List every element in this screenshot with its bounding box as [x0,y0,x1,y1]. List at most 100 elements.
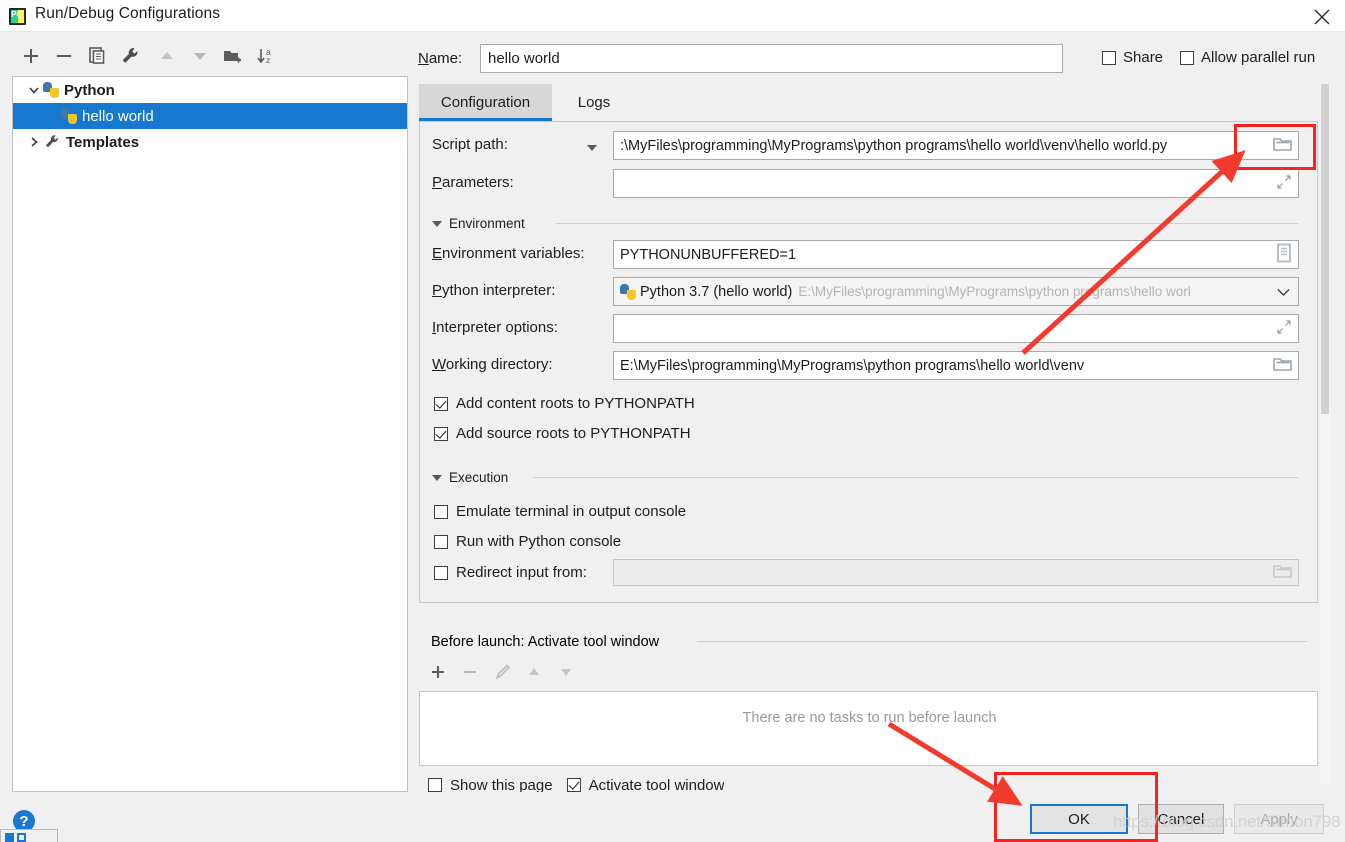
before-launch-empty-text: There are no tasks to run before launch [742,710,997,726]
environment-variables-value: PYTHONUNBUFFERED=1 [620,246,797,263]
working-directory-value: E:\MyFiles\programming\MyPrograms\python… [620,357,1085,374]
environment-variables-field[interactable]: PYTHONUNBUFFERED=1 [613,240,1299,269]
share-checkbox[interactable]: Share [1102,49,1163,66]
interpreter-options-field[interactable] [613,314,1299,343]
tab-configuration[interactable]: Configuration [419,84,552,121]
edit-task-pencil-icon[interactable] [489,658,517,686]
environment-variables-editor-icon[interactable] [1276,243,1292,266]
remove-task-button[interactable] [456,658,484,686]
move-up-button[interactable] [154,43,180,69]
name-input[interactable] [480,44,1063,73]
tab-label: Configuration [440,94,531,111]
redirect-input-checkbox[interactable]: Redirect input from: [434,564,587,581]
script-path-field[interactable]: :\MyFiles\programming\MyPrograms\python … [613,131,1299,160]
before-launch-toolbar [424,658,724,686]
script-path-mode-chevron-down-icon[interactable] [585,140,599,158]
before-launch-rule [697,641,1307,642]
before-launch-section-header[interactable]: Before launch: Activate tool window [424,634,659,650]
configurations-tree[interactable]: Python hello world Templates [12,76,408,792]
apply-button[interactable]: Apply [1234,804,1324,834]
activate-tool-window-label: Activate tool window [588,778,725,792]
tree-item-label: Templates [66,133,140,151]
allow-parallel-run-checkbox-box[interactable] [1180,50,1194,65]
execution-section-header[interactable]: Execution [432,470,508,485]
python-icon [620,283,636,300]
parameters-label: Parameters: [432,174,514,191]
caret-down-icon[interactable] [432,220,442,227]
tree-item-label: Python [64,81,115,99]
python-icon [43,82,59,98]
ok-button[interactable]: OK [1030,804,1128,834]
caret-down-icon[interactable] [432,474,442,481]
add-configuration-button[interactable] [18,43,44,69]
help-icon: ? [19,812,29,830]
add-source-roots-label: Add source roots to PYTHONPATH [456,425,691,442]
before-launch-tasks-list[interactable]: There are no tasks to run before launch [419,691,1318,766]
remove-configuration-button[interactable] [51,43,77,69]
environment-section-header[interactable]: Environment [432,216,525,231]
environment-variables-label: Environment variables: [432,245,585,262]
allow-parallel-run-checkbox[interactable]: Allow parallel run [1180,49,1315,66]
add-task-button[interactable] [424,658,452,686]
ok-button-label: OK [1068,810,1090,828]
svg-text:z: z [266,55,270,65]
python-interpreter-path: E:\MyFiles\programming\MyPrograms\python… [798,284,1191,299]
tree-item-hello-world[interactable]: hello world [13,103,407,129]
activate-tool-window-checkbox-box[interactable] [566,778,581,792]
python-interpreter-combobox[interactable]: Python 3.7 (hello world) E:\MyFiles\prog… [613,277,1299,306]
show-this-page-checkbox-box[interactable] [428,778,442,792]
tree-item-templates[interactable]: Templates [13,129,407,155]
chevron-down-icon[interactable] [25,77,43,103]
copy-configuration-button[interactable] [84,43,110,69]
python-interpreter-label: Python interpreter: [432,282,556,299]
tree-item-python[interactable]: Python [13,77,407,103]
name-label: Name: [418,50,463,67]
task-move-down-button[interactable] [552,658,580,686]
chevron-right-icon[interactable] [25,129,43,155]
tab-label: Logs [577,94,611,111]
environment-section-rule [556,223,1298,224]
working-directory-browse-folder-icon[interactable] [1273,356,1292,376]
script-path-browse-folder-icon[interactable] [1273,136,1292,156]
new-folder-button[interactable] [220,43,246,69]
run-with-python-console-checkbox-box[interactable] [434,534,448,549]
bottom-options-row: Show this page Activate tool window [428,778,724,792]
allow-parallel-run-label: Allow parallel run [1201,49,1316,66]
run-with-python-console-label: Run with Python console [456,533,622,550]
close-icon[interactable] [1299,0,1345,31]
run-debug-configurations-dialog: PC Run/Debug Configurations a z Python h… [0,0,1345,842]
run-with-python-console-checkbox[interactable]: Run with Python console [434,533,621,550]
parameters-expand-icon[interactable] [1277,175,1291,193]
redirect-input-checkbox-box[interactable] [434,565,448,580]
add-content-roots-checkbox-box[interactable] [434,396,448,411]
taskbar-stub [0,829,58,842]
show-this-page-label: Show this page [450,778,553,792]
right-scrollbar[interactable] [1320,84,1330,784]
execution-section-label: Execution [449,470,509,485]
redirect-input-field[interactable] [613,559,1299,586]
python-icon [61,108,77,124]
scrollbar-thumb[interactable] [1321,84,1329,414]
cancel-button[interactable]: Cancel [1138,804,1224,834]
add-content-roots-checkbox[interactable]: Add content roots to PYTHONPATH [434,395,695,412]
sort-configurations-button[interactable]: a z [253,43,279,69]
parameters-field[interactable] [613,169,1299,198]
redirect-input-browse-folder-icon[interactable] [1273,563,1292,583]
environment-section-label: Environment [449,216,525,231]
interpreter-options-label: Interpreter options: [432,319,558,336]
task-move-up-button[interactable] [520,658,548,686]
edit-templates-wrench-icon[interactable] [117,43,143,69]
emulate-terminal-checkbox[interactable]: Emulate terminal in output console [434,503,686,520]
move-down-button[interactable] [187,43,213,69]
working-directory-field[interactable]: E:\MyFiles\programming\MyPrograms\python… [613,351,1299,380]
emulate-terminal-checkbox-box[interactable] [434,504,448,519]
chevron-down-icon[interactable] [1277,284,1290,299]
share-checkbox-box[interactable] [1102,50,1116,65]
interpreter-options-expand-icon[interactable] [1277,320,1291,338]
tab-logs[interactable]: Logs [564,84,624,121]
before-launch-label: Before launch: Activate tool window [431,634,660,650]
configurations-toolbar: a z [8,40,413,73]
add-source-roots-checkbox-box[interactable] [434,426,448,441]
tab-bar: Configuration Logs [419,84,1318,122]
add-source-roots-checkbox[interactable]: Add source roots to PYTHONPATH [434,425,691,442]
